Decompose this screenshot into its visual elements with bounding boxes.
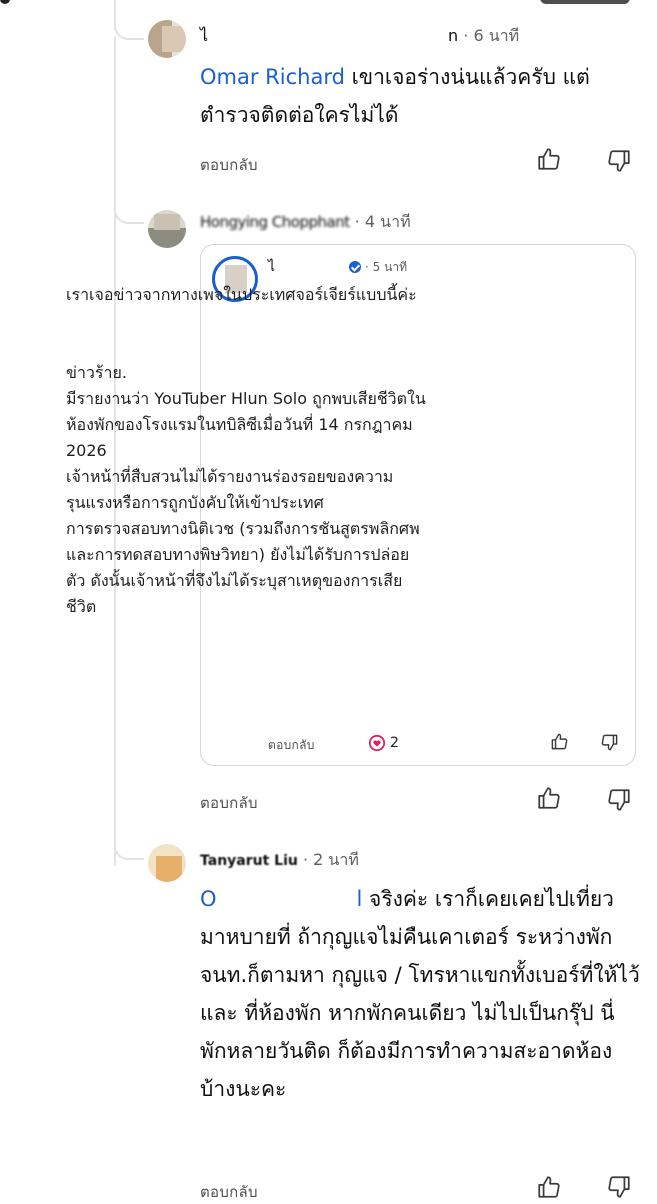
thumb-up-icon[interactable] [536, 785, 562, 811]
thumb-down-icon[interactable] [600, 733, 619, 752]
thread-connector [114, 204, 144, 224]
reply-button[interactable]: ตอบกลับ [200, 1180, 258, 1204]
author-name[interactable]: Tanyarut Liu [200, 853, 298, 869]
quoted-time: · 5 นาที [365, 260, 407, 274]
comment-meta: Hongying Chopphant · 4 นาที [200, 210, 411, 235]
comment-time: · 2 นาที [302, 850, 359, 869]
comment-text: Omar Richard เขาเจอร่างน่นแล้วครับ แต่ตำ… [200, 65, 590, 127]
reply-button[interactable]: ตอบกลับ [200, 153, 258, 177]
mention-link[interactable]: Omar Richard [200, 65, 345, 89]
thumb-down-icon[interactable] [606, 787, 632, 813]
quoted-meta: ไ · 5 นาที [268, 256, 407, 278]
author-name[interactable]: Hongying Chopphant [200, 213, 350, 231]
avatar[interactable] [148, 210, 186, 248]
heart-reaction-icon [368, 734, 386, 752]
avatar[interactable] [148, 20, 186, 58]
quoted-reply-button[interactable]: ตอบกลับ [268, 736, 315, 755]
comment-time: · 6 นาที [463, 26, 520, 45]
top-cropped-content [0, 0, 657, 6]
comment-time: · 4 นาที [354, 212, 411, 231]
thumb-down-icon[interactable] [606, 148, 632, 174]
verified-badge-icon [349, 261, 362, 273]
reaction-count: 2 [390, 735, 399, 751]
reply-button[interactable]: ตอบกลับ [200, 791, 258, 815]
comment-text: Ol จริงค่ะ เราก็เคยเคยไปเที่ยวมาหบายที่ … [200, 887, 640, 1101]
thumb-up-icon[interactable] [550, 732, 569, 751]
mention-link[interactable]: Ol [200, 887, 362, 911]
quoted-author[interactable]: ไ [268, 259, 275, 275]
thread-connector [114, 22, 144, 40]
comment-meta: Tanyarut Liu · 2 นาที [200, 848, 359, 873]
thumb-up-icon[interactable] [536, 1174, 562, 1200]
author-name[interactable]: ไ [200, 26, 208, 45]
comment-meta: ไn · 6 นาที [200, 26, 520, 45]
thumb-up-icon[interactable] [536, 146, 562, 172]
avatar[interactable] [148, 844, 186, 882]
thread-connector [114, 840, 144, 860]
thumb-down-icon[interactable] [606, 1174, 632, 1200]
quoted-comment-text: เราเจอข่าวจากทางเพจในประเทศจอร์เจียร์แบบ… [66, 285, 426, 616]
